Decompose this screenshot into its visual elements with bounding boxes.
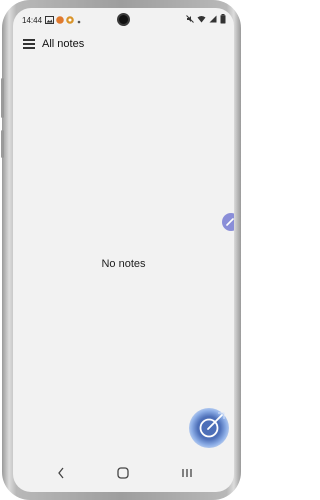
app-bar: All notes [13, 34, 234, 56]
compose-note-button[interactable] [189, 408, 229, 448]
pen-write-icon [199, 412, 225, 438]
status-time: 14:44 [22, 16, 43, 25]
hamburger-menu-icon[interactable] [23, 39, 35, 49]
wifi-icon [197, 16, 206, 23]
recents-icon[interactable] [181, 466, 193, 480]
gallery-icon [45, 16, 54, 24]
edge-panel-handle-icon [226, 218, 234, 226]
signal-icon [209, 15, 217, 23]
volume-button [1, 78, 4, 118]
battery-icon [220, 14, 226, 24]
page-title: All notes [42, 38, 85, 50]
home-icon[interactable] [117, 466, 129, 480]
notification-badge-icon [56, 16, 64, 24]
status-icons [186, 14, 226, 24]
edge-panel-handle[interactable] [222, 213, 234, 231]
back-icon[interactable] [57, 466, 65, 480]
dot-icon [77, 20, 81, 24]
front-camera [117, 13, 130, 26]
empty-state-message: No notes [101, 258, 146, 270]
power-button [1, 130, 4, 158]
app-icon [66, 16, 74, 24]
phone-frame: 14:44 All notes No notes [1, 0, 241, 500]
mute-icon [186, 15, 194, 23]
navigation-bar [13, 462, 234, 486]
screen: 14:44 All notes No notes [13, 8, 234, 492]
status-bar: 14:44 [13, 8, 234, 30]
